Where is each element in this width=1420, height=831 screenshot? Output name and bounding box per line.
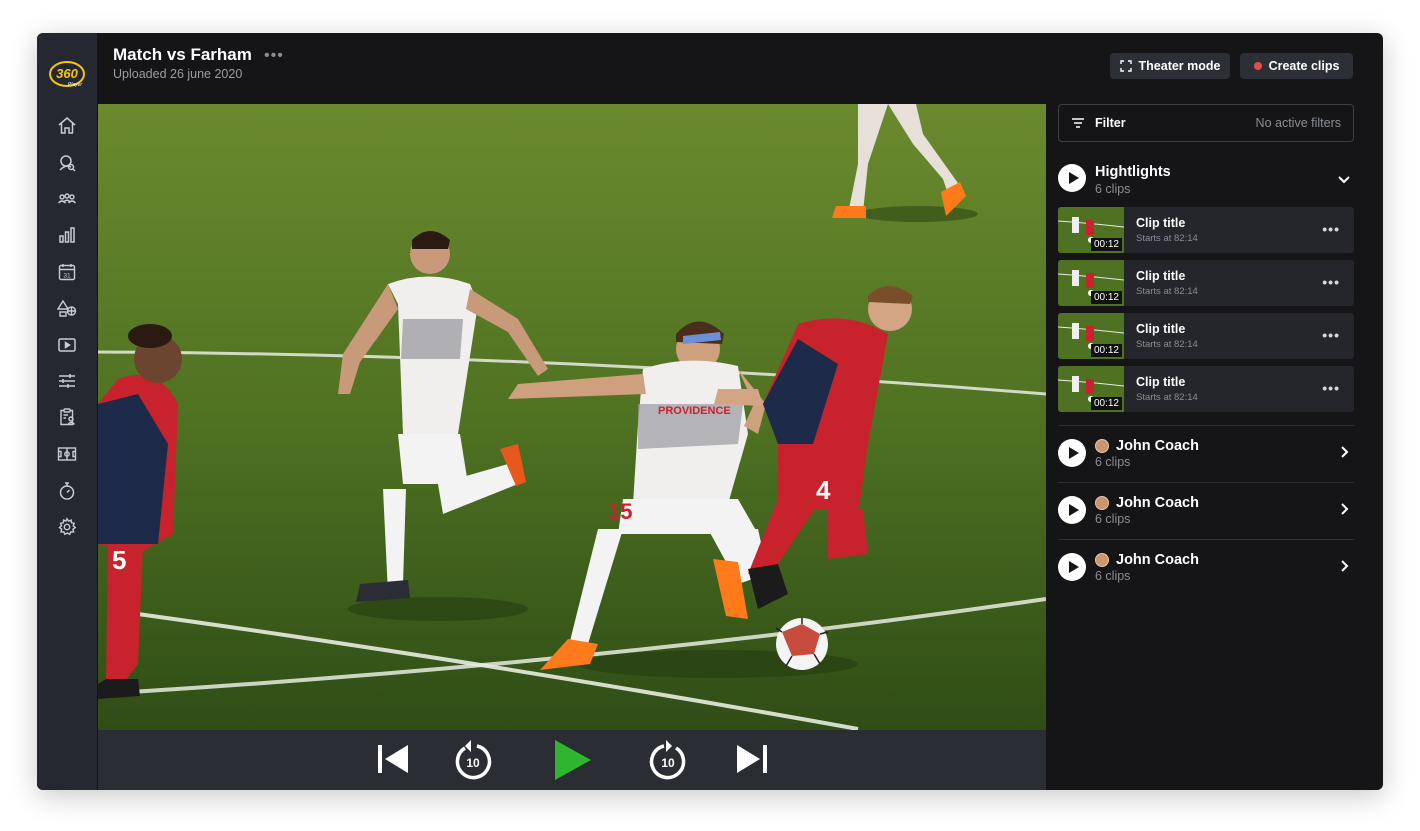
filter-bar[interactable]: Filter No active filters (1058, 104, 1354, 142)
create-clips-button[interactable]: Create clips (1240, 53, 1353, 79)
group-title: Hightlights (1095, 164, 1171, 180)
clip-title: Clip title (1136, 375, 1186, 389)
clip-title: Clip title (1136, 269, 1186, 283)
divider (1058, 539, 1354, 540)
create-clips-label: Create clips (1268, 59, 1340, 73)
play-circle-icon[interactable] (1058, 553, 1086, 581)
playback-controls: 10 10 (98, 730, 1046, 790)
clip-title: Clip title (1136, 322, 1186, 336)
avatar (1095, 553, 1109, 567)
list-item[interactable]: 00:12 Clip title Starts at 82:14 ••• (1058, 366, 1354, 412)
filter-label: Filter (1095, 116, 1126, 130)
svg-text:Player: Player (68, 82, 83, 88)
playlist-group[interactable]: John Coach 6 clips (1058, 495, 1354, 529)
video-frame[interactable]: 5 PROVIDENCE 15 4 (98, 104, 1046, 730)
more-options-icon[interactable]: ••• (1322, 327, 1340, 343)
chevron-down-icon[interactable] (1336, 171, 1352, 187)
clip-duration: 00:12 (1090, 344, 1122, 357)
clip-start-time: Starts at 82:14 (1136, 233, 1198, 244)
clip-start-time: Starts at 82:14 (1136, 392, 1198, 403)
group-count: 6 clips (1095, 455, 1131, 469)
group-count: 6 clips (1095, 569, 1131, 583)
more-options-icon[interactable]: ••• (1322, 380, 1340, 396)
group-count: 6 clips (1095, 512, 1131, 526)
video-title: Match vs Farham (113, 45, 252, 64)
clip-thumbnail: 00:12 (1058, 260, 1124, 306)
svg-text:360: 360 (56, 66, 78, 81)
svg-text:4: 4 (816, 475, 831, 505)
list-item[interactable]: 00:12 Clip title Starts at 82:14 ••• (1058, 313, 1354, 359)
more-options-icon[interactable]: ••• (264, 47, 284, 65)
playlist-group[interactable]: John Coach 6 clips (1058, 552, 1354, 586)
play-circle-icon[interactable] (1058, 496, 1086, 524)
list-item[interactable]: 00:12 Clip title Starts at 82:14 ••• (1058, 260, 1354, 306)
skip-next-icon[interactable] (735, 742, 769, 776)
app-logo[interactable]: 360 Player (47, 59, 87, 89)
svg-text:10: 10 (661, 756, 675, 770)
svg-text:15: 15 (608, 499, 632, 524)
calendar-icon[interactable]: 31 (56, 261, 78, 283)
clip-title: Clip title (1136, 216, 1186, 230)
home-icon[interactable] (56, 115, 78, 137)
clip-thumbnail: 00:12 (1058, 366, 1124, 412)
more-options-icon[interactable]: ••• (1322, 274, 1340, 290)
clip-thumbnail: 00:12 (1058, 313, 1124, 359)
expand-icon (1119, 60, 1132, 72)
play-circle-icon[interactable] (1058, 164, 1086, 192)
play-icon[interactable] (553, 738, 593, 782)
chevron-right-icon[interactable] (1336, 558, 1352, 574)
upload-date: Uploaded 26 june 2020 (113, 67, 243, 81)
stats-icon[interactable] (56, 224, 78, 246)
playlist-group[interactable]: John Coach 6 clips (1058, 438, 1354, 472)
svg-text:PROVIDENCE: PROVIDENCE (658, 405, 731, 417)
chevron-right-icon[interactable] (1336, 501, 1352, 517)
forward-10-icon[interactable]: 10 (648, 739, 688, 781)
playlist-owner: John Coach (1116, 438, 1199, 454)
skip-previous-icon[interactable] (376, 742, 410, 776)
group-count: 6 clips (1095, 182, 1131, 196)
theater-mode-button[interactable]: Theater mode (1110, 53, 1230, 79)
filter-status: No active filters (1255, 116, 1341, 130)
video-image: 5 PROVIDENCE 15 4 (98, 104, 1046, 730)
playlist-owner: John Coach (1116, 495, 1199, 511)
divider (1058, 425, 1354, 426)
sliders-icon[interactable] (56, 370, 78, 392)
clip-start-time: Starts at 82:14 (1136, 286, 1198, 297)
theater-mode-label: Theater mode (1138, 59, 1221, 73)
list-item[interactable]: 00:12 Clip title Starts at 82:14 ••• (1058, 207, 1354, 253)
replay-10-icon[interactable]: 10 (453, 739, 493, 781)
app-window: 360 Player 31 Match vs Farham ••• Upload… (37, 33, 1383, 790)
stopwatch-icon[interactable] (56, 480, 78, 502)
avatar (1095, 439, 1109, 453)
svg-text:10: 10 (466, 756, 480, 770)
video-icon[interactable] (56, 334, 78, 356)
record-dot-icon (1253, 62, 1262, 70)
filter-icon (1072, 118, 1084, 128)
sidebar: 360 Player 31 (37, 33, 97, 790)
svg-text:5: 5 (112, 545, 126, 575)
play-circle-icon[interactable] (1058, 439, 1086, 467)
avatar (1095, 496, 1109, 510)
clip-start-time: Starts at 82:14 (1136, 339, 1198, 350)
team-icon[interactable] (56, 188, 78, 210)
highlights-group[interactable]: Hightlights 6 clips (1058, 163, 1354, 197)
training-icon[interactable] (56, 297, 78, 319)
clip-duration: 00:12 (1090, 397, 1122, 410)
playlist-owner: John Coach (1116, 552, 1199, 568)
gear-icon[interactable] (56, 516, 78, 538)
chevron-right-icon[interactable] (1336, 444, 1352, 460)
clipboard-user-icon[interactable] (56, 406, 78, 428)
divider (1058, 482, 1354, 483)
field-icon[interactable] (56, 443, 78, 465)
clip-thumbnail: 00:12 (1058, 207, 1124, 253)
more-options-icon[interactable]: ••• (1322, 221, 1340, 237)
clip-duration: 00:12 (1090, 238, 1122, 251)
clip-duration: 00:12 (1090, 291, 1122, 304)
search-person-icon[interactable] (56, 152, 78, 174)
svg-text:31: 31 (63, 273, 71, 280)
